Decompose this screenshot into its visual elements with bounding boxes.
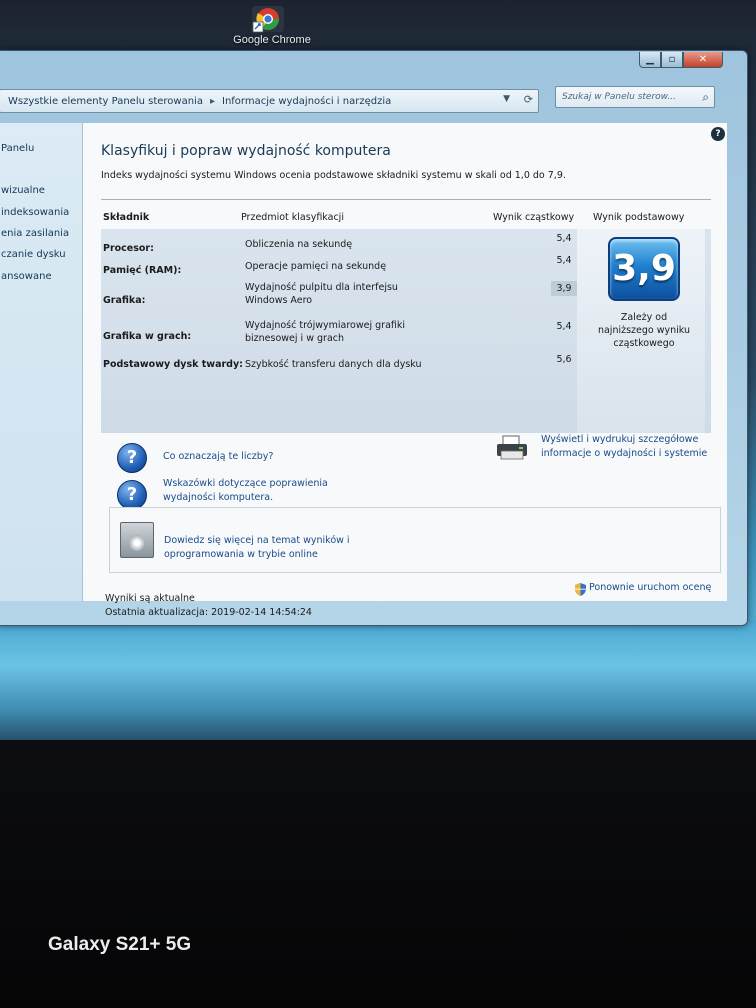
link-print-details[interactable]: Wyświetl i wydrukuj szczegółowe informac… xyxy=(541,433,727,461)
address-bar[interactable]: Wszystkie elementy Panelu sterowania ▸ I… xyxy=(0,89,539,113)
control-panel-window: ▁ ▫ ✕ Wszystkie elementy Panelu sterowan… xyxy=(0,50,748,626)
base-score-note: Zależy od najniższego wyniku cząstkowego xyxy=(597,312,691,349)
status-current: Wyniki są aktualne xyxy=(105,593,195,604)
base-score-panel: 3,9 Zależy od najniższego wyniku cząstko… xyxy=(577,229,705,433)
online-info-box: Dowiedz się więcej na temat wyników i op… xyxy=(109,507,721,573)
link-performance-tips[interactable]: Wskazówki dotyczące poprawienia wydajnoś… xyxy=(163,477,363,505)
monitor-bezel xyxy=(0,740,756,1008)
link-learn-more-online[interactable]: Dowiedz się więcej na temat wyników i op… xyxy=(164,534,384,562)
base-score-badge: 3,9 xyxy=(608,237,680,301)
chrome-icon[interactable] xyxy=(250,4,286,34)
row-description: Wydajność pulpitu dla interfejsu Windows… xyxy=(245,282,398,306)
table-header: Składnik Przedmiot klasyfikacji Wynik cz… xyxy=(101,203,711,227)
maximize-button[interactable]: ▫ xyxy=(661,52,683,68)
row-component-label: Procesor: xyxy=(103,243,154,254)
question-icon: ? xyxy=(117,480,147,510)
page-subtitle: Indeks wydajności systemu Windows ocenia… xyxy=(101,170,566,181)
sidebar-item-power[interactable]: enia zasilania xyxy=(1,228,69,239)
desktop-lower-background xyxy=(0,620,756,750)
row-description: Szybkość transferu danych dla dysku xyxy=(245,359,422,370)
help-icon[interactable]: ? xyxy=(711,127,725,141)
search-icon[interactable]: ⌕ xyxy=(702,90,709,105)
page-title: Klasyfikuj i popraw wydajność komputera xyxy=(101,143,391,159)
sidebar-item-indexing[interactable]: indeksowania xyxy=(1,207,69,218)
refresh-icon[interactable]: ⟳ xyxy=(524,93,533,106)
link-what-numbers-mean[interactable]: Co oznaczają te liczby? xyxy=(163,450,273,464)
row-subscore: 5,4 xyxy=(556,233,572,244)
breadcrumb-performance-info[interactable]: Informacje wydajności i narzędzia xyxy=(222,96,391,107)
row-description: Obliczenia na sekundę xyxy=(245,239,353,250)
row-subscore: 5,4 xyxy=(556,321,572,332)
camera-watermark: Galaxy S21+ 5G xyxy=(48,934,192,955)
shield-icon xyxy=(575,583,586,596)
breadcrumb-separator-icon[interactable]: ▸ xyxy=(210,96,215,107)
last-update-timestamp: Ostatnia aktualizacja: 2019-02-14 14:54:… xyxy=(105,607,312,618)
row-component-label: Podstawowy dysk twardy: xyxy=(103,359,243,370)
sidebar-item-disk-cleanup[interactable]: czanie dysku xyxy=(1,249,66,260)
column-header-subscore: Wynik cząstkowy xyxy=(493,212,575,223)
title-bar[interactable]: ▁ ▫ ✕ xyxy=(0,51,747,81)
desktop-icon-label[interactable]: Google Chrome xyxy=(222,34,322,46)
rerun-assessment-link[interactable]: Ponownie uruchom ocenę xyxy=(589,581,711,595)
row-component-label: Grafika: xyxy=(103,295,146,306)
sidebar-item-advanced[interactable]: ansowane xyxy=(1,271,52,282)
score-table: Procesor: Obliczenia na sekundę 5,4 Pami… xyxy=(101,229,711,433)
row-description: Operacje pamięci na sekundę xyxy=(245,261,387,272)
sidebar-item-control-panel[interactable]: Panelu xyxy=(1,143,34,154)
search-placeholder: Szukaj w Panelu sterow... xyxy=(562,92,677,102)
column-header-base-score: Wynik podstawowy xyxy=(593,212,685,223)
minimize-button[interactable]: ▁ xyxy=(639,52,661,68)
sidebar: Panelu wizualne indeksowania enia zasila… xyxy=(0,123,83,601)
divider xyxy=(101,199,711,200)
column-header-rated-item: Przedmiot klasyfikacji xyxy=(241,212,344,223)
row-component-label: Grafika w grach: xyxy=(103,331,192,342)
printer-icon xyxy=(497,435,527,460)
close-button[interactable]: ✕ xyxy=(683,52,723,68)
question-icon: ? xyxy=(117,443,147,473)
chevron-down-icon[interactable]: ▼ xyxy=(503,94,510,104)
sidebar-item-visual-effects[interactable]: wizualne xyxy=(1,185,45,196)
row-subscore-lowest: 3,9 xyxy=(551,281,577,296)
window-controls: ▁ ▫ ✕ xyxy=(639,52,723,68)
software-box-icon xyxy=(120,522,154,558)
row-component-label: Pamięć (RAM): xyxy=(103,265,182,276)
search-input[interactable]: Szukaj w Panelu sterow... ⌕ xyxy=(555,86,715,108)
main-content: ? Klasyfikuj i popraw wydajność komputer… xyxy=(83,123,727,618)
row-description: Wydajność trójwymiarowej grafiki bizneso… xyxy=(245,320,406,344)
column-header-component: Składnik xyxy=(103,212,150,223)
breadcrumb-control-panel[interactable]: Wszystkie elementy Panelu sterowania xyxy=(8,96,203,107)
row-subscore: 5,6 xyxy=(556,354,572,365)
row-subscore: 5,4 xyxy=(556,255,572,266)
